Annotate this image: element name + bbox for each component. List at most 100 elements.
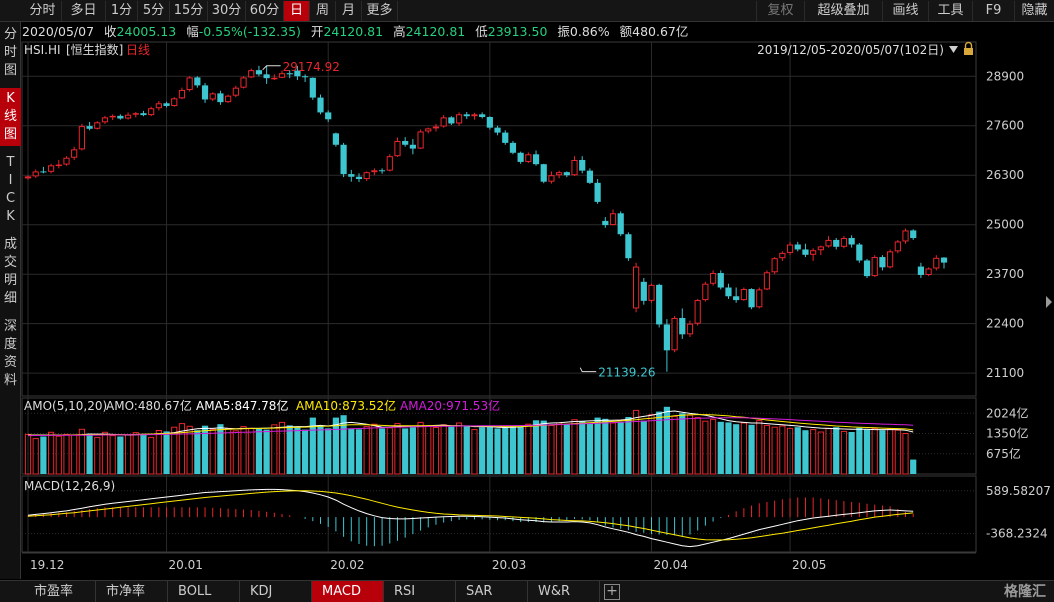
range-dropdown-icon[interactable] <box>949 46 958 53</box>
amo-bar-90 <box>717 421 724 474</box>
candle-84 <box>671 316 678 353</box>
candle-45 <box>371 168 378 176</box>
candle-body-39 <box>325 112 332 120</box>
price-tick-label-6: 28900 <box>986 69 1024 83</box>
candle-body-107 <box>848 238 855 245</box>
candle-85 <box>679 308 686 339</box>
amo-bar-91 <box>725 422 732 474</box>
price-tick-label-2: 23700 <box>986 267 1024 281</box>
candle-47 <box>386 154 393 172</box>
ama10-value: AMA10:873.52亿 <box>296 398 396 413</box>
candle-54 <box>440 115 447 128</box>
candle-60 <box>486 116 493 130</box>
amo-bar-11 <box>109 435 116 475</box>
candle-53 <box>432 123 440 132</box>
candle-body-97 <box>771 258 778 273</box>
candle-66 <box>532 150 540 166</box>
candle-body-94 <box>748 289 755 308</box>
macd-tick-label-0: 589.58207 <box>986 484 1051 498</box>
candle-65 <box>525 152 532 164</box>
amo-bar-75 <box>602 418 609 474</box>
candle-body-96 <box>763 272 771 290</box>
candle-102 <box>810 248 817 261</box>
candle-body-81 <box>648 284 655 301</box>
candle-body-42 <box>348 174 355 177</box>
candle-body-79 <box>633 266 640 309</box>
candle-57 <box>463 112 470 119</box>
date-range-label[interactable]: 2019/12/05-2020/05/07(102日) <box>757 43 944 57</box>
ama20-value: AMA20:971.53亿 <box>400 398 500 413</box>
amo-bar-72 <box>579 421 586 474</box>
candle-body-61 <box>494 127 501 133</box>
candle-body-83 <box>663 324 670 351</box>
candle-body-2 <box>40 171 47 173</box>
candle-58 <box>471 112 478 120</box>
candle-15 <box>140 110 147 117</box>
candle-body-73 <box>586 170 594 183</box>
candle-body-45 <box>371 170 378 173</box>
candle-14 <box>132 112 139 118</box>
candle-71 <box>571 156 578 176</box>
amo-bar-94 <box>748 424 755 474</box>
candle-body-118 <box>933 257 940 269</box>
amo-bar-53 <box>432 427 440 475</box>
candle-body-116 <box>917 266 925 275</box>
candle-body-33 <box>278 73 286 78</box>
candle-body-51 <box>417 131 424 149</box>
candle-9 <box>94 121 101 130</box>
candle-17 <box>155 101 162 111</box>
candle-body-115 <box>910 230 917 239</box>
candle-68 <box>548 171 555 184</box>
amo-bar-76 <box>609 422 617 475</box>
amo-bar-71 <box>571 419 578 475</box>
candle-body-46 <box>378 170 386 172</box>
candle-body-28 <box>240 77 247 88</box>
amo-bar-7 <box>78 428 85 475</box>
candle-body-53 <box>432 126 440 129</box>
amo-bar-39 <box>325 428 332 474</box>
panel-frame-0 <box>21 41 977 397</box>
x-tick-label-1: 20.01 <box>169 558 203 572</box>
candle-82 <box>656 283 663 328</box>
lock-icon[interactable] <box>964 41 973 56</box>
kline-chart[interactable]: 19.12 20.01 20.02 20.03 20.04 20.05 21100 22400… <box>0 0 1054 602</box>
amo-bar-100 <box>794 427 801 474</box>
candle-81 <box>648 283 655 303</box>
candle-19 <box>171 97 178 107</box>
candle-49 <box>402 137 409 147</box>
candle-body-90 <box>717 273 724 288</box>
candle-body-78 <box>625 234 632 259</box>
amo-bar-62 <box>502 427 509 474</box>
candle-body-111 <box>879 257 886 268</box>
amo-bar-63 <box>509 426 517 474</box>
amo-bar-36 <box>302 429 309 474</box>
amo-bar-107 <box>848 432 855 474</box>
candle-88 <box>702 281 709 302</box>
amo-bar-85 <box>679 413 686 474</box>
candle-63 <box>509 140 517 155</box>
amo-bar-18 <box>163 431 170 474</box>
candle-body-103 <box>817 246 824 251</box>
amo-bar-70 <box>563 424 570 474</box>
candle-44 <box>363 171 370 181</box>
amo-bar-57 <box>463 425 470 474</box>
candle-89 <box>709 270 717 286</box>
candle-body-44 <box>363 172 370 180</box>
amo-bar-60 <box>486 426 493 474</box>
candle-99 <box>786 241 794 256</box>
amo-bar-92 <box>733 424 740 474</box>
amo-bar-101 <box>802 430 809 474</box>
amo-bar-33 <box>278 421 286 475</box>
candle-body-52 <box>425 128 432 132</box>
macd_diff-line <box>27 488 914 548</box>
candle-body-113 <box>894 241 901 252</box>
amo-bar-56 <box>455 422 463 475</box>
amo-bar-105 <box>833 427 840 474</box>
candle-79 <box>633 262 640 313</box>
amo-bar-24 <box>209 428 216 475</box>
amo-bar-103 <box>817 431 824 475</box>
candle-2 <box>40 166 47 174</box>
amo-bar-30 <box>255 429 263 474</box>
amo-bar-61 <box>494 428 501 474</box>
candle-64 <box>517 151 524 164</box>
